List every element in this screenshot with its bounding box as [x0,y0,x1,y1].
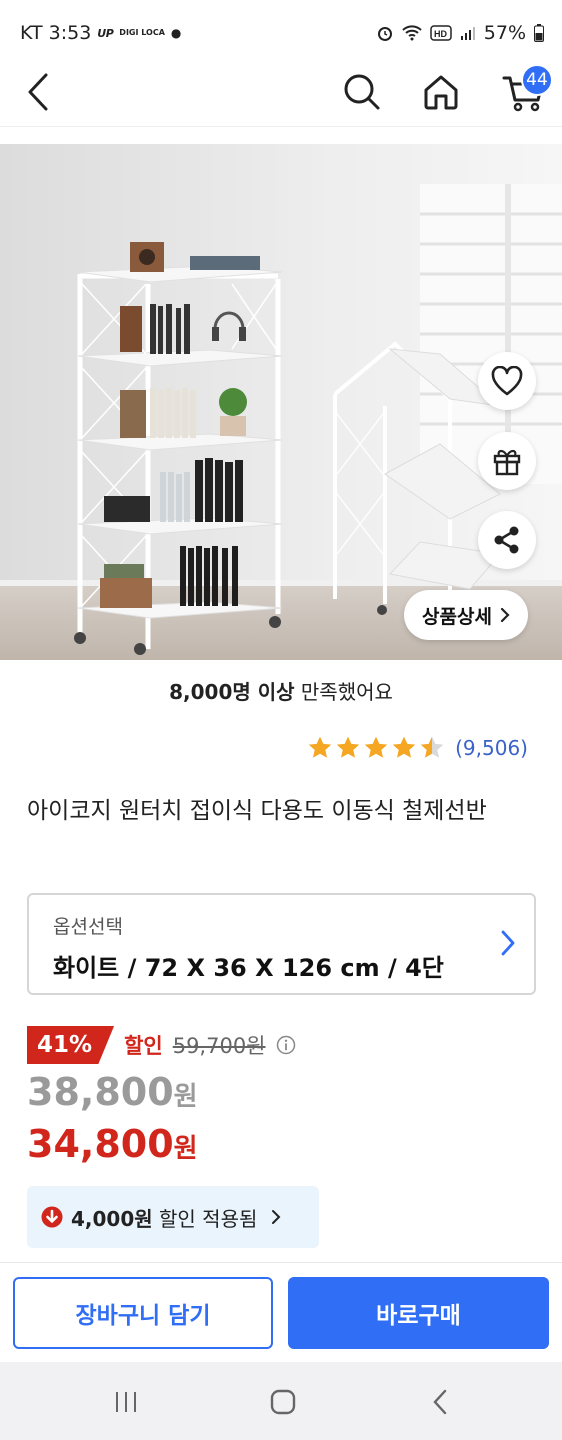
gift-icon [493,449,521,476]
coupon-applied[interactable]: 4,000원 할인 적용됨 [27,1186,319,1248]
back-button[interactable] [12,66,64,118]
star-rating [307,735,445,761]
discount-label: 할인 [124,1034,163,1058]
coupon-text: 할인 적용됨 [152,1206,258,1231]
header-divider [0,126,562,127]
final-price-number: 34,800 [27,1122,174,1166]
buy-now-button[interactable]: 바로구매 [288,1277,549,1349]
recent-apps-button[interactable] [106,1382,146,1422]
status-right: HD 57% [376,22,544,44]
bottom-action-bar: 장바구니 담기 바로구매 [0,1262,562,1362]
final-price-unit: 원 [173,1134,198,1164]
star-icon [364,736,388,758]
product-title: 아이코지 원터치 접이식 다용도 이동식 철제선반 [27,798,487,824]
signal-icon [460,27,475,40]
star-icon [392,736,416,758]
gift-button[interactable] [478,432,536,490]
wifi-icon [402,25,422,41]
discount-row: 41% 할인 59,700원 [27,1026,296,1064]
cart-count-badge: 44 [521,64,553,96]
star-icon [336,736,360,758]
option-selector[interactable]: 옵션선택 화이트 / 72 X 36 X 126 cm / 4단 [27,893,536,995]
heart-icon [491,366,523,396]
product-detail-button[interactable]: 상품상세 [404,590,528,640]
option-value: 화이트 / 72 X 36 X 126 cm / 4단 [53,954,444,982]
hd-icon: HD [430,25,452,41]
recent-apps-icon [116,1392,136,1412]
status-bar: KT 3:53 UP DIGI LOCA ● HD 57% [0,0,562,66]
search-button[interactable] [336,66,388,118]
review-count[interactable]: (9,506) [455,736,528,760]
star-icon [420,736,444,758]
cart-button[interactable]: 44 [494,64,554,118]
sale-price-number: 38,800 [27,1070,174,1114]
info-icon[interactable] [276,1035,296,1055]
satisfaction-rest: 만족했어요 [294,680,393,704]
svg-text:HD: HD [434,29,447,39]
home-nav-icon [270,1389,296,1415]
sale-price: 38,800원 [27,1070,198,1114]
app-header: 44 [0,62,562,124]
original-price: 59,700원 [172,1034,266,1058]
chevron-right-icon [501,930,515,956]
wishlist-button[interactable] [478,352,536,410]
alarm-icon [377,27,392,41]
star-icon [308,736,332,758]
back-icon [28,73,48,111]
chevron-right-icon [272,1210,281,1224]
final-price: 34,800원 [27,1122,198,1166]
sale-price-unit: 원 [173,1082,198,1112]
search-icon [344,74,380,110]
satisfaction-count: 8,000명 이상 [169,680,295,704]
option-label: 옵션선택 [53,916,123,938]
product-image[interactable] [0,144,562,660]
product-photo [0,144,562,660]
add-to-cart-button[interactable]: 장바구니 담기 [13,1277,273,1349]
home-icon [424,75,458,110]
home-nav-button[interactable] [263,1382,303,1422]
back-nav-button[interactable] [420,1382,460,1422]
rating[interactable]: (9,506) [307,735,528,761]
up-badge: UP [97,26,114,40]
back-nav-icon [433,1389,447,1415]
home-button[interactable] [415,66,467,118]
chevron-right-icon [500,607,510,623]
notification-dot-icon: ● [170,26,182,40]
system-nav-bar [0,1362,562,1440]
product-detail-label: 상품상세 [422,605,492,628]
battery-icon [534,24,544,42]
battery-percent: 57% [483,22,526,44]
down-arrow-icon [41,1206,63,1228]
coupon-amount: 4,000원 [71,1206,153,1231]
digi-loca-badge: DIGI LOCA [119,28,165,37]
satisfaction-text: 8,000명 이상 만족했어요 [0,676,562,705]
share-icon [494,526,519,554]
status-left: KT 3:53 UP DIGI LOCA ● [20,22,181,44]
share-button[interactable] [478,511,536,569]
discount-badge: 41% [27,1026,115,1064]
carrier-time: KT 3:53 [20,22,92,44]
